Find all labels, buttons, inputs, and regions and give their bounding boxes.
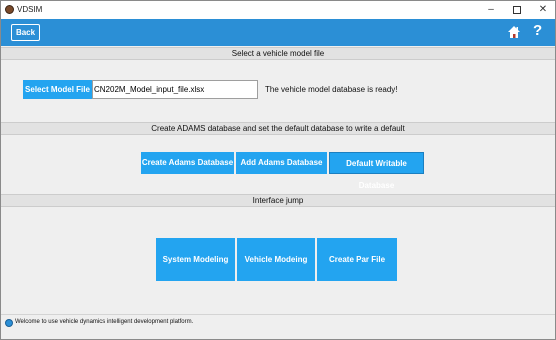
home-icon[interactable]: [507, 25, 521, 39]
header-bar: Back ?: [1, 19, 555, 46]
model-file-input[interactable]: CN202M_Model_input_file.xlsx: [92, 80, 258, 99]
status-bar: Welcome to use vehicle dynamics intellig…: [1, 314, 555, 331]
model-status-text: The vehicle model database is ready!: [265, 85, 398, 94]
help-icon[interactable]: ?: [533, 22, 547, 40]
back-button[interactable]: Back: [11, 24, 40, 41]
maximize-button[interactable]: [506, 3, 528, 17]
create-adams-database-button[interactable]: Create Adams Database: [141, 152, 234, 174]
app-icon: [5, 5, 14, 14]
add-adams-database-button[interactable]: Add Adams Database: [236, 152, 327, 174]
status-message: Welcome to use vehicle dynamics intellig…: [15, 319, 194, 325]
default-writable-database-button[interactable]: Default Writable Database: [329, 152, 424, 190]
minimize-button[interactable]: –: [480, 3, 502, 17]
vehicle-modeling-button[interactable]: Vehicle Modeing: [237, 238, 315, 281]
section-header-model: Select a vehicle model file: [1, 47, 555, 60]
create-par-file-button[interactable]: Create Par File: [317, 238, 397, 281]
info-icon: [5, 319, 13, 327]
section-header-interface: Interface jump: [1, 194, 555, 207]
system-modeling-button[interactable]: System Modeling: [156, 238, 235, 281]
maximize-icon: [513, 6, 521, 14]
select-model-file-button[interactable]: Select Model File: [23, 80, 92, 99]
app-window: VDSIM – ✕ Back ? Select a vehicle model …: [0, 0, 556, 340]
title-bar: VDSIM – ✕: [1, 1, 555, 19]
section-header-database: Create ADAMS database and set the defaul…: [1, 122, 555, 135]
close-button[interactable]: ✕: [532, 3, 554, 17]
window-title: VDSIM: [17, 5, 43, 14]
